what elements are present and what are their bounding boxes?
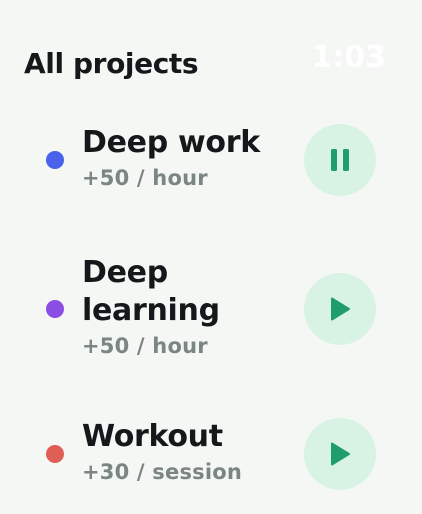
project-rate: +50 / hour xyxy=(82,166,208,190)
project-text: Workout +30 / session xyxy=(82,418,282,488)
play-icon xyxy=(331,442,350,466)
page-title: All projects xyxy=(24,47,199,80)
play-button[interactable] xyxy=(304,273,376,345)
pause-button[interactable] xyxy=(304,124,376,196)
project-rate: +30 / session xyxy=(82,460,243,484)
project-name: Deep work xyxy=(82,125,260,160)
project-name: Workout xyxy=(82,419,223,454)
project-color-dot xyxy=(46,151,64,169)
project-text: Deep work +50 / hour xyxy=(82,124,282,194)
project-color-dot xyxy=(46,300,64,318)
pause-icon xyxy=(331,149,349,171)
project-list-screen: All projects 1:03 Deep work +50 / hour D… xyxy=(0,0,422,514)
play-button[interactable] xyxy=(304,418,376,490)
project-row-deep-work[interactable]: Deep work +50 / hour xyxy=(0,124,422,196)
project-text: Deep learning +50 / hour xyxy=(82,254,282,362)
project-row-workout[interactable]: Workout +30 / session xyxy=(0,418,422,490)
project-row-deep-learning[interactable]: Deep learning +50 / hour xyxy=(0,254,422,364)
project-color-dot xyxy=(46,445,64,463)
project-rate: +50 / hour xyxy=(82,334,208,358)
status-time: 1:03 xyxy=(311,40,386,75)
play-icon xyxy=(331,297,350,321)
project-name: Deep learning xyxy=(82,255,220,328)
